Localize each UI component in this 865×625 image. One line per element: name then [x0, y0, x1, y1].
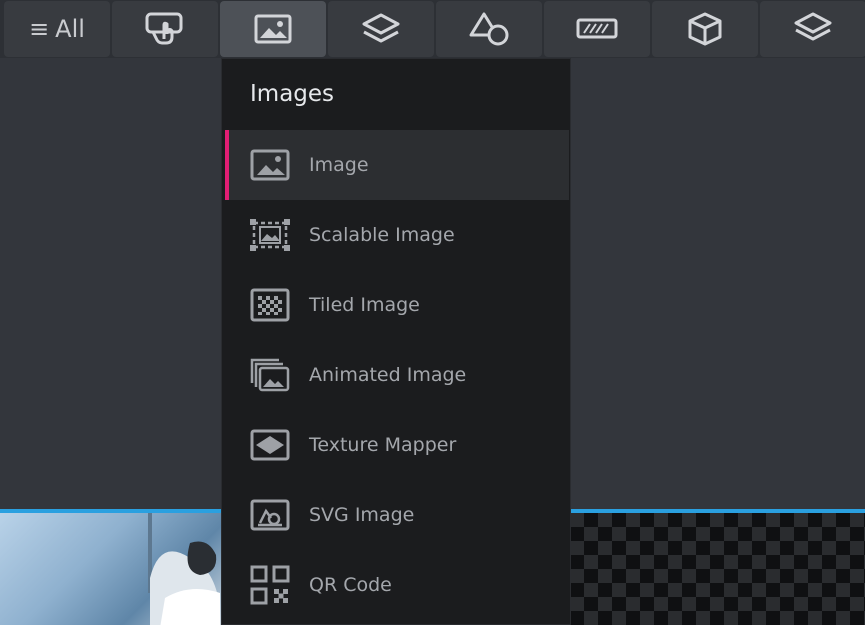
- cube-icon: [688, 12, 722, 46]
- menu-item-label: Scalable Image: [309, 224, 455, 246]
- menu-icon: ≡: [29, 15, 50, 43]
- category-button-shapes[interactable]: [436, 1, 542, 57]
- menu-item-svg-image[interactable]: SVG Image: [225, 480, 569, 550]
- menu-item-tiled-image[interactable]: Tiled Image: [225, 270, 569, 340]
- category-button-images[interactable]: [220, 1, 326, 57]
- image-icon: [249, 147, 291, 183]
- images-dropdown-menu: Images Image Scalable Image Tiled Image …: [221, 58, 571, 625]
- menu-item-label: SVG Image: [309, 504, 415, 526]
- menu-item-texture-mapper[interactable]: Texture Mapper: [225, 410, 569, 480]
- scalable-image-icon: [249, 217, 291, 253]
- menu-item-label: Image: [309, 154, 369, 176]
- qr-code-icon: [249, 565, 291, 605]
- photo-thumbnail: [0, 513, 222, 625]
- image-icon: [254, 14, 292, 44]
- menu-item-label: QR Code: [309, 574, 392, 596]
- menu-item-image[interactable]: Image: [225, 130, 569, 200]
- layers-alt-icon: [794, 12, 832, 41]
- category-button-stacks[interactable]: [760, 1, 865, 57]
- menu-item-animated-image[interactable]: Animated Image: [225, 340, 569, 410]
- tiled-image-icon: [249, 287, 291, 323]
- menu-item-scalable-image[interactable]: Scalable Image: [225, 200, 569, 270]
- category-button-progress[interactable]: [544, 1, 650, 57]
- all-categories-button[interactable]: ≡ All: [4, 1, 110, 57]
- svg-image-icon: [249, 497, 291, 533]
- shapes-icon: [469, 12, 509, 46]
- touch-input-icon: [145, 12, 183, 45]
- layers-icon: [362, 13, 400, 43]
- category-button-input[interactable]: [112, 1, 218, 57]
- menu-item-label: Animated Image: [309, 364, 467, 386]
- progress-bar-icon: [576, 18, 618, 39]
- category-button-layers[interactable]: [328, 1, 434, 57]
- animated-image-icon: [249, 357, 291, 393]
- category-button-3d[interactable]: [652, 1, 758, 57]
- menu-item-label: Tiled Image: [309, 294, 420, 316]
- menu-item-qr-code[interactable]: QR Code: [225, 550, 569, 620]
- dropdown-title: Images: [250, 81, 335, 107]
- all-label: All: [55, 15, 85, 43]
- texture-mapper-icon: [249, 427, 291, 463]
- menu-item-label: Texture Mapper: [309, 434, 457, 456]
- transparency-checkerboard: [570, 513, 865, 625]
- widget-toolbar: ≡ All: [0, 0, 865, 58]
